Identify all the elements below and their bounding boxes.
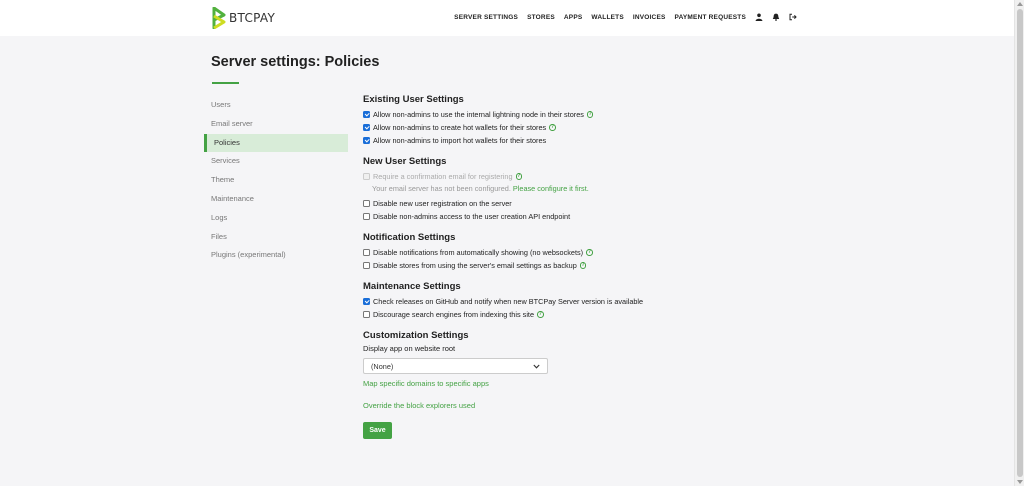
checkbox-label: Allow non-admins to use the internal lig… bbox=[373, 110, 584, 119]
page-title: Server settings: Policies bbox=[211, 54, 380, 70]
discourage-search-engines-checkbox[interactable] bbox=[363, 311, 370, 318]
help-icon[interactable]: ? bbox=[549, 124, 556, 131]
configure-email-link[interactable]: Please configure it first. bbox=[513, 184, 589, 193]
note-text: Your email server has not been configure… bbox=[372, 184, 511, 193]
sidebar-item-theme[interactable]: Theme bbox=[204, 171, 348, 190]
root-app-select[interactable]: (None) bbox=[363, 358, 548, 374]
maintenance-settings-heading: Maintenance Settings bbox=[363, 281, 461, 292]
checkbox-label: Disable new user registration on the ser… bbox=[373, 199, 512, 208]
save-button[interactable]: Save bbox=[363, 422, 392, 439]
checkbox-row: Disable stores from using the server's e… bbox=[363, 259, 803, 272]
nav-invoices[interactable]: INVOICES bbox=[633, 14, 666, 21]
display-app-label: Display app on website root bbox=[363, 344, 456, 353]
checkbox-row: Disable notifications from automatically… bbox=[363, 246, 803, 259]
map-domains-link[interactable]: Map specific domains to specific apps bbox=[363, 379, 803, 388]
scroll-thumb[interactable] bbox=[1017, 9, 1023, 477]
checkbox-row: Disable new user registration on the ser… bbox=[363, 197, 803, 210]
checkbox-row: Discourage search engines from indexing … bbox=[363, 308, 803, 321]
page-scrollbar[interactable] bbox=[1014, 0, 1024, 486]
checkbox-label: Allow non-admins to import hot wallets f… bbox=[373, 136, 547, 145]
checkbox-row: Require a confirmation email for registe… bbox=[363, 170, 803, 183]
checkbox-label: Allow non-admins to create hot wallets f… bbox=[373, 123, 547, 132]
sidebar-item-plugins[interactable]: Plugins (experimental) bbox=[204, 246, 348, 265]
checkbox-label: Discourage search engines from indexing … bbox=[373, 310, 535, 319]
nav-apps[interactable]: APPS bbox=[564, 14, 583, 21]
checkbox-label: Check releases on GitHub and notify when… bbox=[373, 297, 644, 306]
sidebar-item-services[interactable]: Services bbox=[204, 152, 348, 171]
top-navbar: BTCPAY SERVER SETTINGS STORES APPS WALLE… bbox=[0, 0, 1014, 36]
allow-import-hot-wallet-checkbox[interactable] bbox=[363, 137, 370, 144]
checkbox-row: Allow non-admins to use the internal lig… bbox=[363, 108, 803, 121]
help-icon[interactable]: ? bbox=[586, 249, 593, 256]
sidebar-item-files[interactable]: Files bbox=[204, 228, 348, 247]
sidebar-item-policies[interactable]: Policies bbox=[204, 133, 348, 153]
scroll-down-icon[interactable] bbox=[1017, 480, 1023, 484]
allow-create-hot-wallet-checkbox[interactable] bbox=[363, 124, 370, 131]
allow-lightning-checkbox[interactable] bbox=[363, 111, 370, 118]
bell-icon[interactable] bbox=[772, 13, 780, 21]
disable-user-api-checkbox[interactable] bbox=[363, 213, 370, 220]
brand-logo[interactable]: BTCPAY bbox=[212, 7, 275, 29]
disable-notifications-checkbox[interactable] bbox=[363, 249, 370, 256]
customization-settings-heading: Customization Settings bbox=[363, 330, 469, 341]
nav-wallets[interactable]: WALLETS bbox=[591, 14, 623, 21]
notification-settings-heading: Notification Settings bbox=[363, 232, 456, 243]
help-icon[interactable]: ? bbox=[537, 311, 544, 318]
select-value: (None) bbox=[371, 361, 394, 371]
override-block-explorers-link[interactable]: Override the block explorers used bbox=[363, 401, 803, 410]
brand-name: BTCPAY bbox=[229, 11, 276, 25]
checkbox-label: Disable non-admins access to the user cr… bbox=[373, 212, 571, 221]
user-icon[interactable] bbox=[755, 13, 763, 21]
disable-registration-checkbox[interactable] bbox=[363, 200, 370, 207]
nav-stores[interactable]: STORES bbox=[527, 14, 555, 21]
require-confirmation-email-checkbox bbox=[363, 173, 370, 180]
help-icon[interactable]: ? bbox=[515, 173, 523, 180]
policies-form: Existing User Settings Allow non-admins … bbox=[363, 94, 803, 439]
checkbox-row: Check releases on GitHub and notify when… bbox=[363, 295, 803, 308]
checkbox-label: Disable stores from using the server's e… bbox=[373, 261, 577, 270]
help-icon[interactable]: ? bbox=[586, 111, 594, 118]
help-icon[interactable]: ? bbox=[579, 262, 587, 269]
sidebar-item-maintenance[interactable]: Maintenance bbox=[204, 190, 348, 209]
nav-server-settings[interactable]: SERVER SETTINGS bbox=[454, 14, 518, 21]
existing-user-settings-heading: Existing User Settings bbox=[363, 94, 464, 105]
chevron-down-icon bbox=[533, 364, 540, 369]
checkbox-row: Disable non-admins access to the user cr… bbox=[363, 210, 803, 223]
check-releases-checkbox[interactable] bbox=[363, 298, 370, 305]
nav-payment-requests[interactable]: PAYMENT REQUESTS bbox=[675, 14, 746, 21]
main-nav: SERVER SETTINGS STORES APPS WALLETS INVO… bbox=[454, 13, 797, 21]
btcpay-logo-icon bbox=[212, 7, 226, 29]
disable-email-backup-checkbox[interactable] bbox=[363, 262, 370, 269]
checkbox-label: Require a confirmation email for registe… bbox=[373, 172, 513, 181]
checkbox-label: Disable notifications from automatically… bbox=[373, 248, 584, 257]
sidebar-item-logs[interactable]: Logs bbox=[204, 209, 348, 228]
settings-sidebar: Users Email server Policies Services The… bbox=[204, 96, 348, 265]
sign-out-icon[interactable] bbox=[789, 13, 797, 21]
checkbox-row: Allow non-admins to import hot wallets f… bbox=[363, 134, 803, 147]
checkbox-row: Allow non-admins to create hot wallets f… bbox=[363, 121, 803, 134]
email-not-configured-note: Your email server has not been configure… bbox=[363, 183, 803, 195]
sidebar-item-users[interactable]: Users bbox=[204, 96, 348, 115]
new-user-settings-heading: New User Settings bbox=[363, 156, 447, 167]
sidebar-item-email-server[interactable]: Email server bbox=[204, 115, 348, 134]
scroll-up-icon[interactable] bbox=[1017, 2, 1023, 6]
title-underline bbox=[212, 82, 239, 84]
